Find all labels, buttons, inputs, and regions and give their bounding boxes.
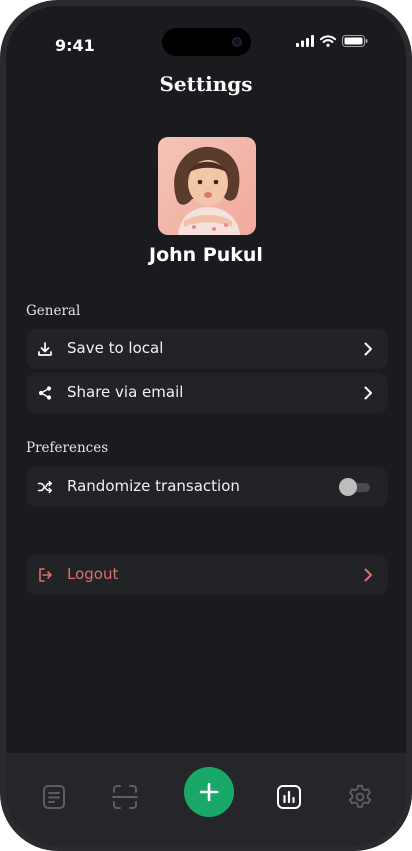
add-icon bbox=[199, 782, 219, 802]
chevron-right-icon bbox=[364, 386, 372, 400]
save-to-local-label: Save to local bbox=[67, 339, 164, 357]
camera-icon bbox=[232, 37, 242, 47]
logout-icon bbox=[39, 568, 52, 582]
chevron-right-icon bbox=[364, 342, 372, 356]
share-via-email-row[interactable]: Share via email bbox=[26, 373, 388, 413]
share-icon bbox=[38, 386, 52, 400]
download-icon bbox=[38, 342, 52, 356]
status-time: 9:41 bbox=[55, 36, 95, 55]
signal-icon bbox=[296, 35, 314, 47]
toggle-knob bbox=[339, 478, 357, 496]
randomize-transaction-row[interactable]: Randomize transaction bbox=[26, 467, 388, 507]
logout-label: Logout bbox=[67, 565, 119, 583]
wifi-icon bbox=[320, 35, 336, 47]
add-button[interactable] bbox=[184, 767, 234, 817]
bottom-tab-bar bbox=[6, 753, 406, 845]
chart-icon[interactable] bbox=[275, 783, 303, 811]
profile-name: John Pukul bbox=[149, 244, 263, 266]
avatar[interactable] bbox=[158, 137, 256, 235]
save-to-local-row[interactable]: Save to local bbox=[26, 329, 388, 369]
randomize-transaction-label: Randomize transaction bbox=[67, 477, 240, 495]
dynamic-island bbox=[162, 28, 251, 56]
page-title: Settings bbox=[159, 72, 253, 96]
section-title-general: General bbox=[26, 303, 81, 319]
randomize-toggle[interactable] bbox=[339, 478, 371, 496]
document-icon[interactable] bbox=[40, 783, 68, 811]
status-icons bbox=[296, 35, 368, 47]
screen: 9:41 Settings John Pukul General Save to… bbox=[6, 6, 406, 845]
battery-icon bbox=[342, 35, 368, 47]
shuffle-icon bbox=[37, 480, 53, 494]
chevron-right-icon bbox=[364, 568, 372, 582]
avatar-photo bbox=[158, 137, 256, 235]
gear-icon[interactable] bbox=[346, 783, 374, 811]
logout-row[interactable]: Logout bbox=[26, 555, 388, 595]
section-title-preferences: Preferences bbox=[26, 440, 109, 456]
phone-frame: 9:41 Settings John Pukul General Save to… bbox=[0, 0, 412, 851]
share-via-email-label: Share via email bbox=[67, 383, 184, 401]
scan-icon[interactable] bbox=[111, 783, 139, 811]
